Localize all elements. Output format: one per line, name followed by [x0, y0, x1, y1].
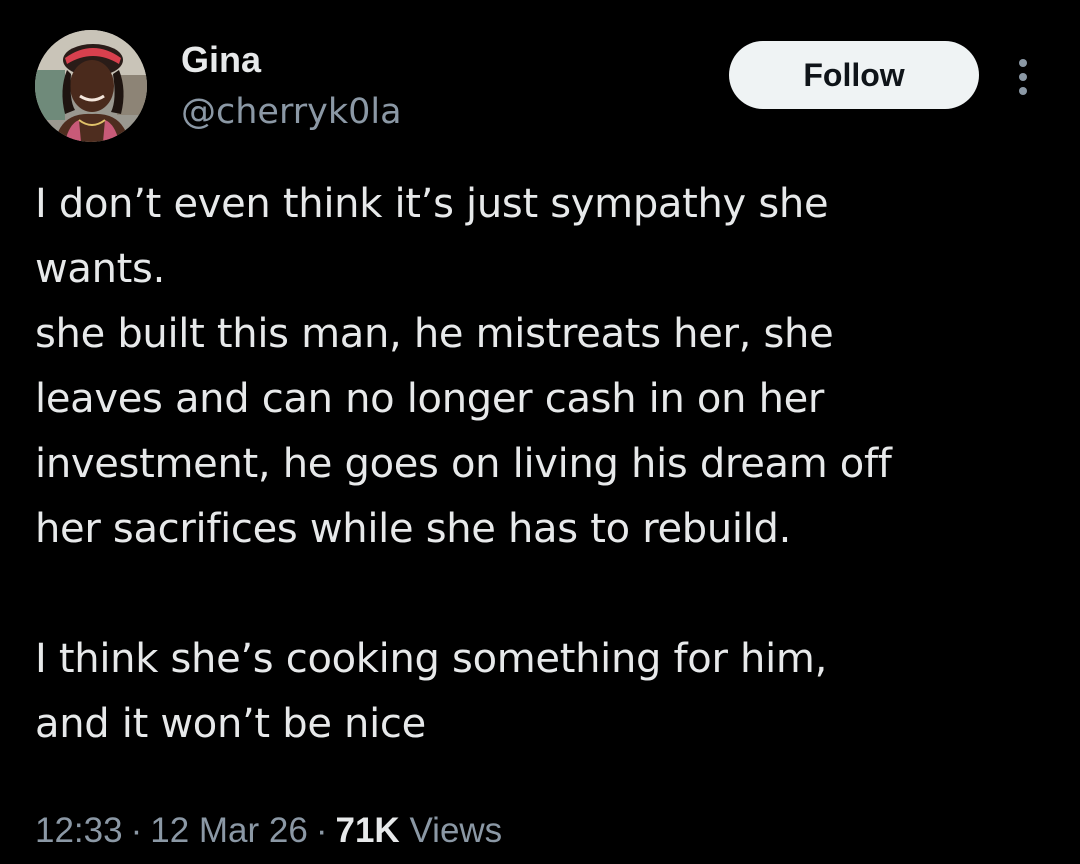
- follow-button[interactable]: Follow: [729, 41, 979, 109]
- meta-separator: ·: [315, 811, 328, 850]
- tweet-text-line: her sacrifices while she has to rebuild.: [35, 506, 792, 552]
- tweet-text-line: investment, he goes on living his dream …: [35, 441, 892, 487]
- views-count: 71K: [335, 811, 400, 850]
- meta-separator: ·: [130, 811, 143, 850]
- author-name[interactable]: Gina: [181, 38, 261, 82]
- avatar[interactable]: [35, 30, 147, 142]
- tweet-time[interactable]: 12:33: [35, 811, 123, 850]
- tweet-text: I don’t even think it’s just sympathy sh…: [35, 172, 1055, 757]
- more-vertical-icon: [1019, 59, 1027, 95]
- tweet-text-line: wants.: [35, 246, 166, 292]
- tweet-text-line: I don’t even think it’s just sympathy sh…: [35, 181, 829, 227]
- views-label: Views: [409, 811, 503, 850]
- avatar-photo: [35, 30, 147, 142]
- paragraph-break: [35, 562, 1055, 627]
- tweet-text-line: and it won’t be nice: [35, 701, 426, 747]
- tweet-text-line: she built this man, he mistreats her, sh…: [35, 311, 834, 357]
- tweet-meta: 12:33 · 12 Mar 26 · 71K Views: [35, 806, 502, 856]
- more-options-button[interactable]: [1008, 52, 1038, 102]
- tweet-date[interactable]: 12 Mar 26: [150, 811, 308, 850]
- tweet-card: Gina @cherryk0la Follow I don’t even thi…: [0, 0, 1080, 864]
- author-handle[interactable]: @cherryk0la: [181, 90, 402, 134]
- tweet-text-line: I think she’s cooking something for him,: [35, 636, 827, 682]
- tweet-text-line: leaves and can no longer cash in on her: [35, 376, 825, 422]
